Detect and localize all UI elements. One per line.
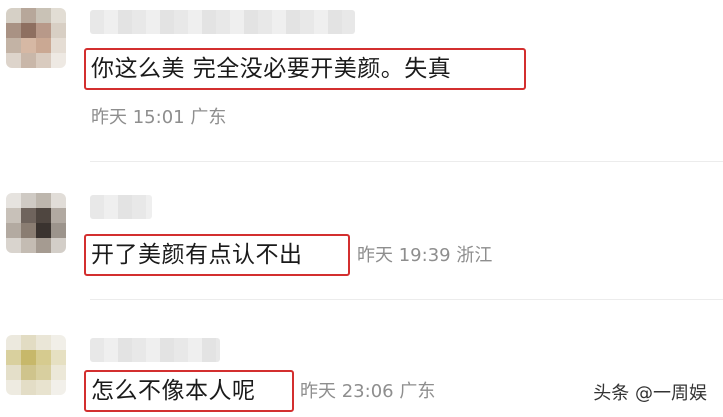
comment-text: 开了美颜有点认不出 bbox=[91, 242, 303, 268]
watermark: 头条 @一周娱 bbox=[593, 383, 707, 404]
username-blurred[interactable] bbox=[90, 195, 152, 219]
comment-meta: 昨天 19:39 浙江 bbox=[357, 245, 493, 266]
comment-text: 怎么不像本人呢 bbox=[91, 378, 256, 404]
comment-text: 你这么美 完全没必要开美颜。失真 bbox=[91, 56, 452, 82]
comment-meta: 昨天 23:06 广东 bbox=[300, 381, 436, 402]
avatar[interactable] bbox=[6, 8, 66, 68]
avatar[interactable] bbox=[6, 193, 66, 253]
username-blurred[interactable] bbox=[90, 10, 355, 34]
divider bbox=[90, 161, 723, 162]
avatar[interactable] bbox=[6, 335, 66, 395]
comment-meta: 昨天 15:01 广东 bbox=[91, 107, 227, 128]
divider bbox=[90, 299, 723, 300]
username-blurred[interactable] bbox=[90, 338, 220, 362]
